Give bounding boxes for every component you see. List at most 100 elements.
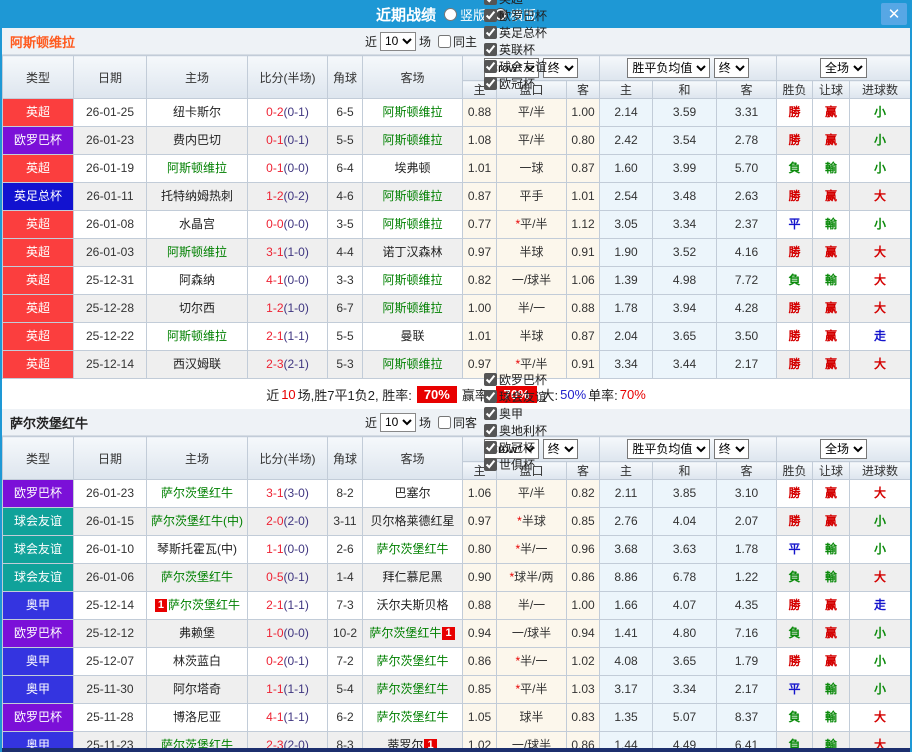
- avg-final-select[interactable]: 终: [713, 439, 749, 459]
- away-team-name: 阿斯顿维拉: [382, 301, 443, 315]
- league-cell: 英超: [2, 154, 74, 183]
- league-checkbox[interactable]: [484, 441, 498, 454]
- league-filter-option[interactable]: 欧罗巴杯: [480, 7, 547, 24]
- league-cell: 英超: [2, 238, 74, 267]
- league-filter-option[interactable]: 英足总杯: [480, 24, 547, 41]
- close-icon[interactable]: ✕: [881, 3, 907, 25]
- date-cell: 25-12-22: [73, 322, 147, 351]
- odds-final-select[interactable]: 终: [542, 439, 578, 459]
- match-count-select[interactable]: 10: [379, 412, 416, 432]
- league-checkbox[interactable]: [484, 407, 498, 420]
- home-odds-cell: 0.88: [462, 591, 497, 620]
- vertical-radio[interactable]: [443, 7, 457, 21]
- league-checkbox[interactable]: [484, 424, 498, 437]
- same-venue-option[interactable]: 同主: [434, 33, 477, 50]
- home-team-cell: 林茨蓝白: [146, 647, 248, 676]
- date-cell: 26-01-03: [73, 238, 147, 267]
- result-cell: 勝: [776, 591, 814, 620]
- sub-away-odds: 客: [565, 80, 601, 99]
- goals-result-cell: 小: [849, 126, 910, 155]
- away-team-name: 萨尔茨堡红牛: [376, 710, 449, 724]
- result-cell: 平: [776, 535, 814, 564]
- halftime-score: (0-0): [283, 217, 309, 231]
- league-cell: 奥甲: [2, 591, 74, 620]
- league-filter-option[interactable]: 奥地利杯: [480, 422, 547, 439]
- away-team-cell: 沃尔夫斯贝格: [362, 591, 463, 620]
- avg-home-cell: 3.34: [599, 350, 654, 379]
- match-count-select[interactable]: 10: [379, 31, 416, 51]
- same-venue-checkbox[interactable]: [438, 415, 451, 429]
- league-checkbox[interactable]: [484, 43, 498, 56]
- league-checkbox[interactable]: [484, 9, 498, 22]
- league-filter-option[interactable]: 奥甲: [480, 405, 547, 422]
- corner-cell: 7-3: [327, 591, 363, 620]
- league-badge: 英超: [3, 239, 73, 266]
- result-cell: 負: [776, 266, 814, 295]
- avg-away-cell: 4.35: [716, 591, 778, 620]
- halftime-score: (0-0): [283, 542, 309, 556]
- home-odds-cell: 0.94: [462, 619, 497, 648]
- avg-home-cell: 1.90: [599, 238, 654, 267]
- table-row: 球会友谊 26-01-15 萨尔茨堡红牛(中) 2-0(2-0) 3-11 贝尔格莱德红星…: [2, 507, 910, 536]
- same-venue-checkbox[interactable]: [438, 34, 451, 48]
- home-team-cell: 萨尔茨堡红牛(中): [146, 507, 248, 536]
- away-odds-cell: 1.00: [565, 591, 601, 620]
- league-cell: 球会友谊: [2, 507, 74, 536]
- home-team-cell: 纽卡斯尔: [146, 98, 248, 127]
- league-filter-option[interactable]: 英联杯: [480, 41, 547, 58]
- home-team-name: 阿斯顿维拉: [166, 161, 227, 175]
- fulltime-score: 0-2: [266, 654, 284, 668]
- handicap-cell: *半球: [496, 507, 567, 536]
- league-filter-option[interactable]: 欧罗巴杯: [480, 371, 547, 388]
- halftime-score: (0-0): [283, 273, 309, 287]
- league-cell: 英足总杯: [2, 182, 74, 211]
- league-filter-option[interactable]: 英超: [480, 0, 547, 7]
- handicap-cell: 平/半: [496, 479, 567, 508]
- league-filter-label: 英超: [499, 0, 523, 7]
- handicap-cell: 半/一: [496, 294, 567, 323]
- league-checkbox[interactable]: [484, 373, 498, 386]
- league-checkbox[interactable]: [484, 77, 498, 90]
- home-odds-cell: 0.86: [462, 647, 497, 676]
- league-filter-option[interactable]: 世俱杯: [480, 456, 547, 473]
- league-checkbox[interactable]: [484, 390, 498, 403]
- fulltime-score: 2-0: [266, 514, 284, 528]
- league-filter-option[interactable]: 球会友谊: [480, 58, 547, 75]
- fulltime-score: 4-1: [266, 273, 284, 287]
- league-checkbox[interactable]: [484, 26, 498, 39]
- avg-final-select[interactable]: 终: [713, 58, 749, 78]
- score-cell: 2-0(2-0): [247, 507, 328, 536]
- league-cell: 英超: [2, 350, 74, 379]
- away-team-name: 拜仁慕尼黑: [382, 570, 443, 584]
- star-mark: *: [515, 217, 521, 231]
- home-team-name: 阿斯顿维拉: [166, 329, 227, 343]
- summary-segment: 近: [266, 387, 280, 403]
- odds-final-select[interactable]: 终: [542, 58, 578, 78]
- league-checkbox[interactable]: [484, 458, 498, 471]
- league-filter-label: 欧罗巴杯: [499, 373, 548, 387]
- scope-select[interactable]: 全场: [820, 439, 868, 459]
- league-checkbox[interactable]: [484, 60, 498, 73]
- league-checkbox[interactable]: [484, 0, 498, 5]
- same-venue-option[interactable]: 同客: [434, 414, 477, 431]
- home-odds-cell: 1.08: [462, 126, 497, 155]
- handicap-result-cell: 赢: [812, 591, 851, 620]
- home-team-name: 阿斯顿维拉: [166, 245, 227, 259]
- score-cell: 1-2(1-0): [247, 294, 328, 323]
- date-cell: 26-01-11: [73, 182, 147, 211]
- league-filter-option[interactable]: 欧冠杯: [480, 439, 547, 456]
- result-cell: 勝: [776, 98, 814, 127]
- league-filter-label: 球会友谊: [499, 60, 548, 74]
- league-filter-option[interactable]: 球会友谊: [480, 388, 547, 405]
- league-badge: 球会友谊: [3, 536, 73, 563]
- date-cell: 26-01-15: [73, 507, 147, 536]
- avg-type-select[interactable]: 胜平负均值: [627, 58, 711, 78]
- matches-label: 场: [418, 415, 431, 430]
- league-filter-option[interactable]: 欧冠杯: [480, 75, 547, 92]
- scope-select[interactable]: 全场: [820, 58, 868, 78]
- handicap-result-cell: 赢: [812, 182, 851, 211]
- avg-type-select[interactable]: 胜平负均值: [627, 439, 711, 459]
- away-team-cell: 阿斯顿维拉: [362, 210, 463, 239]
- fulltime-score: 2-1: [266, 329, 284, 343]
- result-cell: 勝: [776, 126, 814, 155]
